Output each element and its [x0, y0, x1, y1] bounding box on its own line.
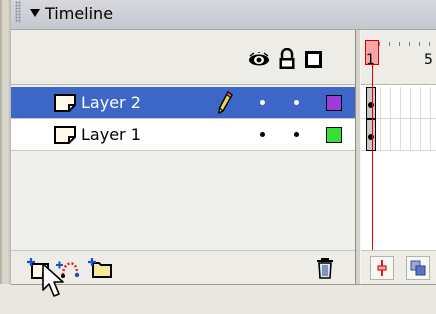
trash-icon[interactable] [315, 257, 335, 279]
ruler-tick [399, 42, 400, 46]
frame-number: 5 [424, 52, 433, 68]
center-frame-button[interactable] [370, 256, 394, 280]
layers-panel: Layer 2 Layer 1 [11, 30, 355, 284]
mouse-cursor-icon [42, 263, 64, 297]
panel-bottom-line [11, 284, 436, 285]
keyframe-dot [368, 134, 374, 140]
eye-icon[interactable] [248, 52, 270, 68]
lock-icon[interactable] [278, 48, 296, 70]
ruler-tick [429, 42, 430, 46]
visibility-dot[interactable] [260, 100, 265, 105]
keyframe[interactable] [366, 119, 376, 151]
frames-area[interactable]: 1 5 [361, 30, 436, 284]
lock-dot[interactable] [294, 100, 299, 105]
layer-color-box[interactable] [326, 127, 342, 143]
visibility-dot[interactable] [260, 132, 265, 137]
layer-name[interactable]: Layer 1 [81, 125, 141, 144]
layer-color-box[interactable] [326, 95, 342, 111]
frames-toolbar [361, 250, 436, 284]
ruler-tick [409, 42, 410, 46]
onion-skin-button[interactable] [406, 256, 430, 280]
ruler-tick [389, 42, 390, 46]
collapse-arrow-icon[interactable] [30, 9, 40, 17]
layers-empty-area [11, 152, 355, 262]
layer-column-header [11, 30, 355, 85]
center-frame-icon [377, 260, 387, 276]
panel-gripper[interactable] [15, 1, 21, 23]
timeline-header[interactable]: Timeline [11, 0, 436, 30]
layer-name[interactable]: Layer 2 [81, 93, 141, 112]
pencil-icon [218, 91, 233, 115]
playhead-line [372, 65, 373, 280]
layer-row-layer-1[interactable]: Layer 1 [11, 119, 355, 151]
onion-skin-icon [410, 260, 426, 276]
ruler-tick [419, 42, 420, 46]
panel-left-edge [0, 0, 11, 314]
layer-icon [54, 126, 76, 144]
insert-folder-icon[interactable] [87, 257, 113, 279]
keyframe[interactable] [366, 87, 376, 119]
ruler-tick [379, 42, 380, 46]
panel-title: Timeline [45, 4, 114, 23]
outline-icon[interactable] [305, 51, 322, 68]
layer-row-layer-2[interactable]: Layer 2 [11, 87, 355, 119]
layer-icon [54, 94, 76, 112]
frame-number: 1 [366, 52, 375, 68]
lock-dot[interactable] [294, 132, 299, 137]
keyframe-dot [368, 102, 374, 108]
